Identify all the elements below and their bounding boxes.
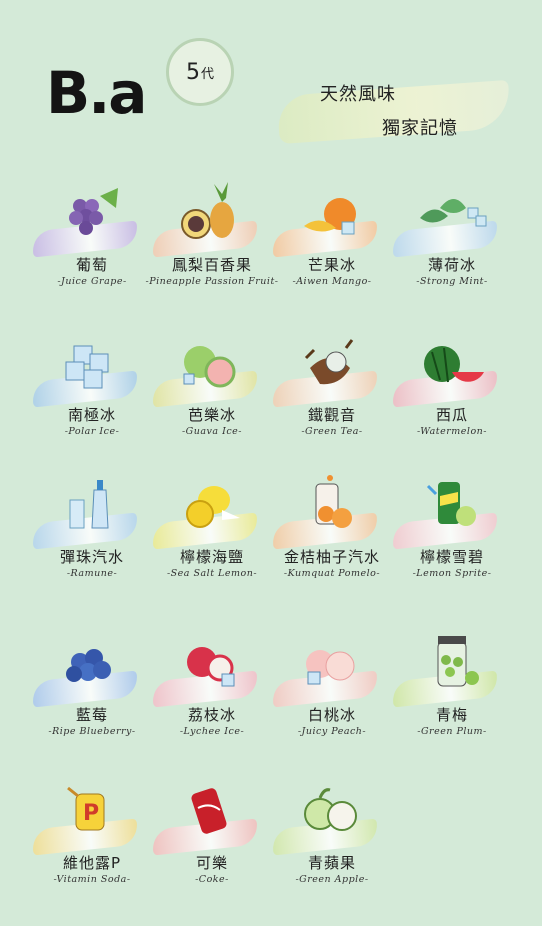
- kumquat-can-icon: [315, 475, 352, 528]
- flavor-name-chinese: 鳳梨百香果: [171, 256, 252, 274]
- flavor-item: P 維他露P -Vitamin Soda-: [30, 776, 162, 906]
- flavor-name-chinese: 可樂: [195, 854, 228, 872]
- tagline-line1: 天然風味: [320, 84, 396, 105]
- flavor-item: 荔枝冰 -Lychee Ice-: [150, 628, 282, 758]
- tagline-line2: 獨家記憶: [382, 118, 458, 139]
- flavor-item: 白桃冰 -Juicy Peach-: [270, 628, 402, 758]
- flavor-name-chinese: 藍莓: [75, 706, 108, 724]
- vitamin-soda-icon: P: [67, 786, 105, 831]
- guava-icon: [183, 346, 236, 388]
- flavor-item: 南極冰 -Polar Ice-: [30, 328, 162, 458]
- grape-icon: [69, 188, 118, 235]
- flavor-name-chinese: 青梅: [435, 706, 468, 724]
- flavor-name-chinese: 芭樂冰: [187, 406, 236, 424]
- flavor-item: 西瓜 -Watermelon-: [390, 328, 522, 458]
- flavor-name-chinese: 西瓜: [435, 406, 468, 424]
- flavor-item: 檸檬雪碧 -Lemon Sprite-: [390, 470, 522, 600]
- flavor-item: 檸檬海鹽 -Sea Salt Lemon-: [150, 470, 282, 600]
- flavor-name-english: -Watermelon-: [417, 426, 487, 437]
- watermelon-icon: [424, 346, 484, 383]
- flavor-item: 薄荷冰 -Strong Mint-: [390, 178, 522, 308]
- flavor-item: 芒果冰 -Aiwen Mango-: [270, 178, 402, 308]
- flavor-name-chinese: 維他露P: [62, 854, 122, 872]
- flavor-name-chinese: 南極冰: [67, 406, 116, 424]
- generation-badge: 5代: [166, 38, 234, 106]
- tea-icon: [304, 339, 354, 385]
- pineapple-passionfruit-icon: [181, 182, 234, 239]
- flavor-item: 芭樂冰 -Guava Ice-: [150, 328, 282, 458]
- flavor-item: 藍莓 -Ripe Blueberry-: [30, 628, 162, 758]
- ice-cube-icon: [65, 345, 109, 389]
- flavor-item: 鐵觀音 -Green Tea-: [270, 328, 402, 458]
- lemon-icon: [186, 486, 240, 528]
- flavor-item: 青蘋果 -Green Apple-: [270, 776, 402, 906]
- svg-text:P: P: [83, 801, 99, 826]
- flavor-name-english: -Lemon Sprite-: [412, 568, 492, 579]
- flavor-name-chinese: 鐵觀音: [307, 406, 356, 424]
- mango-icon: [304, 198, 356, 235]
- flavor-name-chinese: 葡萄: [75, 256, 108, 274]
- flavor-item: 青梅 -Green Plum-: [390, 628, 522, 758]
- flavor-item: 可樂 -Coke-: [150, 776, 282, 906]
- flavor-name-chinese: 檸檬雪碧: [419, 548, 484, 566]
- green-plum-jar-icon: [437, 636, 479, 687]
- tagline: 天然風味 獨家記憶: [276, 66, 516, 145]
- sprite-can-icon: [426, 482, 476, 526]
- brand-logo: B.a: [46, 59, 147, 127]
- blueberry-icon: [66, 649, 111, 682]
- flavor-name-chinese: 彈珠汽水: [59, 548, 124, 566]
- flavor-name-chinese: 金桔柚子汽水: [283, 548, 380, 566]
- flavor-name-chinese: 白桃冰: [307, 706, 356, 724]
- mint-icon: [420, 199, 487, 227]
- flavor-name-chinese: 荔枝冰: [187, 706, 236, 724]
- flavor-name-chinese: 薄荷冰: [427, 256, 476, 274]
- lychee-icon: [187, 647, 235, 687]
- green-apple-icon: [304, 788, 357, 831]
- flavor-name-chinese: 青蘋果: [307, 854, 356, 872]
- flavor-item: 鳳梨百香果 -Pineapple Passion Fruit-: [146, 178, 282, 308]
- flavor-item: 彈珠汽水 -Ramune-: [30, 470, 162, 600]
- flavor-name-chinese: 檸檬海鹽: [179, 548, 244, 566]
- generation-suffix: 代: [200, 66, 214, 82]
- cola-can-icon: [191, 788, 227, 834]
- generation-number: 5: [185, 59, 200, 85]
- peach-icon: [306, 650, 355, 685]
- flavor-name-chinese: 芒果冰: [307, 256, 356, 274]
- flavor-name-english: -Strong Mint-: [416, 276, 488, 287]
- flavor-name-english: -Green Apple-: [295, 874, 369, 885]
- flavor-item: 葡萄 -Juice Grape-: [30, 178, 162, 308]
- flavor-name-english: -Green Plum-: [417, 726, 487, 737]
- ramune-icon: [69, 480, 109, 529]
- flavor-item: 金桔柚子汽水 -Kumquat Pomelo-: [270, 470, 402, 600]
